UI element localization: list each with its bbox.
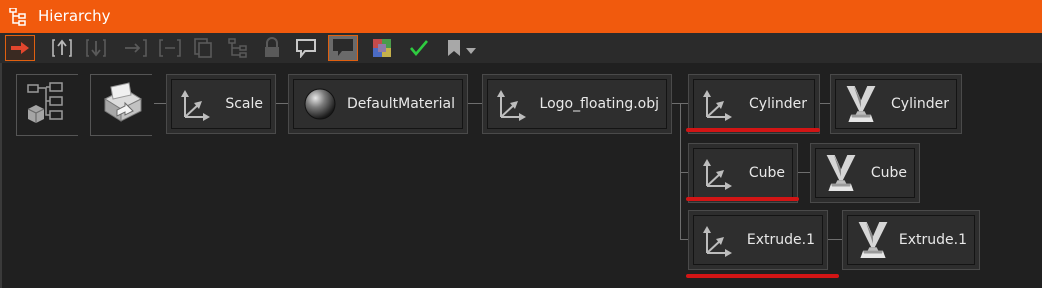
color-button[interactable] [367,35,397,61]
tree-view-button[interactable] [223,35,253,61]
node-label: Extrude.1 [746,232,815,248]
node-cube-transform[interactable]: Cube [688,143,798,203]
lock-button[interactable] [257,35,287,61]
node-label: DefaultMaterial [346,96,455,112]
chevron-down-icon [465,48,476,54]
highlight-underline [686,128,820,132]
copy-button[interactable] [188,35,218,61]
node-extrude-mesh[interactable]: Extrude.1 [842,210,980,270]
scene-node[interactable] [94,75,150,133]
hierarchy-tree-icon [9,7,27,30]
root-node[interactable] [20,75,76,133]
material-sphere-icon [304,88,336,120]
connector [828,239,842,240]
transform-axes-icon [495,87,529,121]
highlight-underline [686,197,799,201]
panel-titlebar: Hierarchy [0,0,1042,33]
group-icon [159,39,181,57]
hierarchy-graph-canvas: Scale DefaultMaterial Logo_floating.obj … [0,63,1042,288]
node-label: Extrude.1 [898,232,967,248]
node-extrude-transform[interactable]: Extrude.1 [688,210,828,270]
mesh-shape-icon [823,153,859,193]
hierarchy-toolbar [0,33,1042,63]
go-to-selection-arrow-icon [11,42,29,54]
transform-axes-icon [701,156,735,190]
comment-icon [296,39,316,58]
node-default-material[interactable]: DefaultMaterial [288,74,468,134]
comment-button[interactable] [291,35,321,61]
transform-axes-icon [701,223,735,257]
bookmark-dropdown-button[interactable] [440,35,482,61]
connector [798,172,810,173]
mesh-shape-icon [843,84,879,124]
indent-button[interactable] [121,35,151,61]
move-up-icon [52,39,72,57]
move-down-button[interactable] [81,35,111,61]
mesh-shape-icon [855,220,891,260]
node-logo-floating[interactable]: Logo_floating.obj [482,74,672,134]
node-scale[interactable]: Scale [166,74,276,134]
go-to-selection-button[interactable] [5,35,35,61]
node-label: Logo_floating.obj [539,96,659,112]
move-up-button[interactable] [47,35,77,61]
node-label: Cube [748,165,785,181]
group-button[interactable] [155,35,185,61]
panel-title: Hierarchy [38,7,111,25]
comment-toggle-button[interactable] [328,35,358,61]
node-cylinder-transform[interactable]: Cylinder [688,74,820,134]
hierarchy-root-icon [27,82,63,123]
node-label: Cube [870,165,907,181]
indent-icon [125,39,147,57]
connector [468,103,482,104]
scene-import-icon [103,82,143,122]
node-label: Scale [225,96,263,112]
node-label: Cylinder [891,96,949,112]
comment-toggle-icon [333,39,353,56]
connector [680,172,688,173]
connector [154,103,166,104]
lock-icon [265,37,279,57]
move-down-icon [86,39,106,57]
bookmark-icon [447,40,460,56]
color-palette-icon [373,39,391,57]
validate-button[interactable] [404,35,434,61]
node-cube-mesh[interactable]: Cube [810,143,920,203]
tree-icon [228,38,247,58]
transform-axes-icon [179,87,213,121]
check-icon [410,40,428,57]
connector [680,239,688,240]
copy-icon [194,38,212,58]
connector [820,103,830,104]
transform-axes-icon [701,87,735,121]
highlight-underline [686,274,839,278]
node-cylinder-mesh[interactable]: Cylinder [830,74,962,134]
node-label: Cylinder [749,96,807,112]
connector [276,103,288,104]
